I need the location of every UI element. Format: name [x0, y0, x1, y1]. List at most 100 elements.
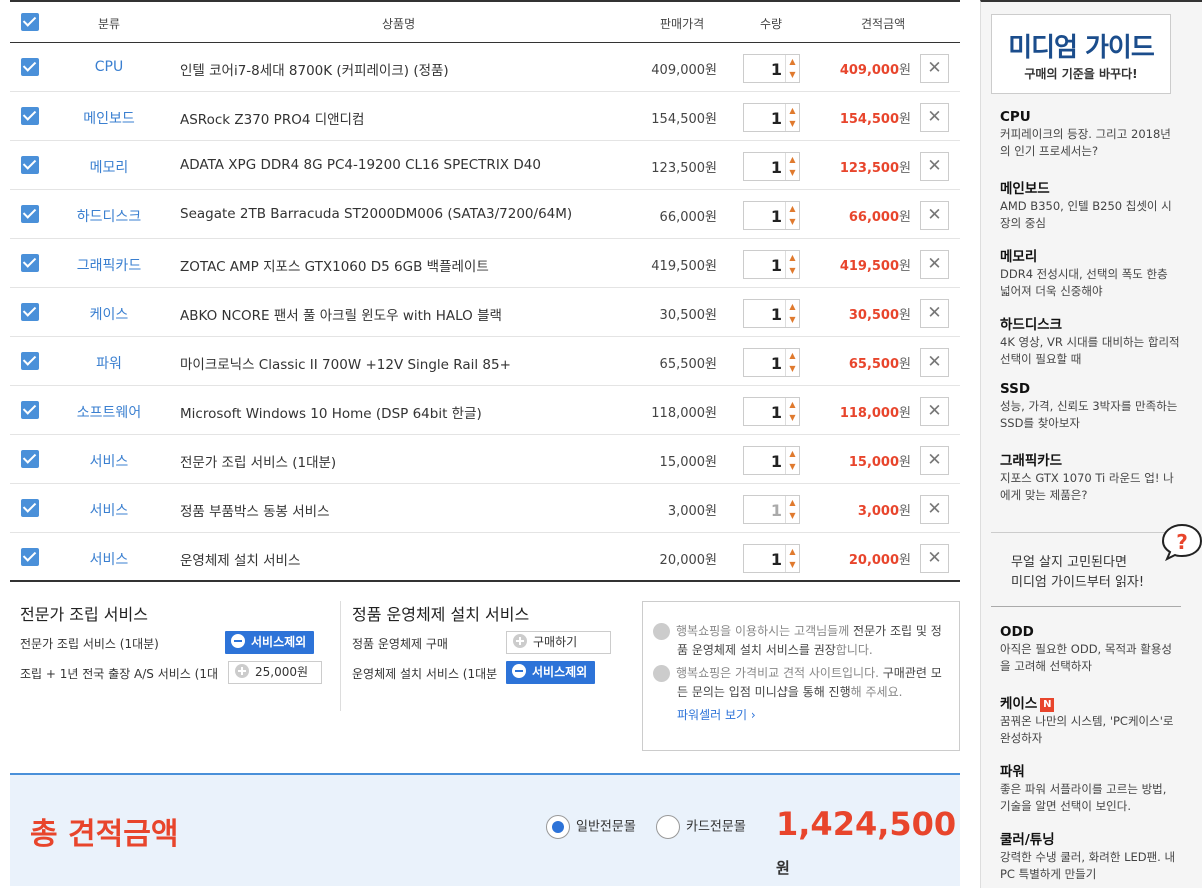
row-category[interactable]: 하드디스크 [54, 206, 164, 226]
qty-value[interactable]: 1 [744, 354, 782, 373]
assembly-as-add-button[interactable]: 25,000원 [228, 661, 322, 684]
row-checkbox[interactable] [21, 156, 39, 174]
guide-item[interactable]: 메모리 DDR4 전성시대, 선택의 폭도 한층 넓어져 더욱 신중해야 [1000, 245, 1180, 300]
qty-down-icon[interactable]: ▼ [788, 118, 797, 130]
qty-stepper[interactable]: 1 ▲ ▼ [743, 348, 800, 377]
row-checkbox[interactable] [21, 548, 39, 566]
qty-up-icon[interactable]: ▲ [788, 105, 797, 117]
guide-item[interactable]: 메인보드 AMD B350, 인텔 B250 칩셋이 시장의 중심 [1000, 177, 1180, 232]
row-checkbox[interactable] [21, 401, 39, 419]
row-checkbox[interactable] [21, 450, 39, 468]
delete-row-button[interactable]: ✕ [920, 103, 949, 132]
radio-general-mall[interactable]: 일반전문몰 [546, 815, 636, 839]
guide-item[interactable]: 파워 좋은 파워 서플라이를 고르는 방법, 기술을 알면 선택이 보인다. [1000, 760, 1180, 815]
row-category[interactable]: 서비스 [54, 451, 164, 471]
qty-stepper[interactable]: 1 ▲ ▼ [743, 103, 800, 132]
qty-value[interactable]: 1 [744, 109, 782, 128]
qty-stepper[interactable]: 1 ▲ ▼ [743, 250, 800, 279]
row-category[interactable]: 메모리 [54, 157, 164, 177]
qty-down-icon[interactable]: ▼ [788, 69, 797, 81]
qty-down-icon[interactable]: ▼ [788, 510, 797, 522]
qty-value[interactable]: 1 [744, 207, 782, 226]
qty-up-icon[interactable]: ▲ [788, 56, 797, 68]
qty-up-icon[interactable]: ▲ [788, 497, 797, 509]
row-checkbox[interactable] [21, 205, 39, 223]
delete-row-button[interactable]: ✕ [920, 250, 949, 279]
qty-up-icon[interactable]: ▲ [788, 546, 797, 558]
delete-row-button[interactable]: ✕ [920, 54, 949, 83]
row-checkbox[interactable] [21, 352, 39, 370]
plus-icon [235, 664, 249, 678]
qty-stepper[interactable]: 1 ▲ ▼ [743, 446, 800, 475]
qty-stepper[interactable]: 1 ▲ ▼ [743, 152, 800, 181]
row-category[interactable]: 케이스 [54, 304, 164, 324]
qty-value[interactable]: 1 [744, 256, 782, 275]
row-category[interactable]: 그래픽카드 [54, 255, 164, 275]
guide-item[interactable]: 하드디스크 4K 영상, VR 시대를 대비하는 합리적 선택이 필요할 때 [1000, 313, 1180, 368]
qty-up-icon[interactable]: ▲ [788, 448, 797, 460]
qty-value[interactable]: 1 [744, 550, 782, 569]
delete-row-button[interactable]: ✕ [920, 544, 949, 573]
qty-value[interactable]: 1 [744, 403, 782, 422]
qty-stepper[interactable]: 1 ▲ ▼ [743, 54, 800, 83]
delete-row-button[interactable]: ✕ [920, 348, 949, 377]
qty-down-icon[interactable]: ▼ [788, 412, 797, 424]
select-all-checkbox[interactable] [21, 13, 39, 31]
qty-stepper[interactable]: 1 ▲ ▼ [743, 299, 800, 328]
qty-value[interactable]: 1 [744, 60, 782, 79]
guide-item[interactable]: 케이스 N 꿈꿔온 나만의 시스템, 'PC케이스'로 완성하자 [1000, 692, 1180, 747]
row-category[interactable]: 서비스 [54, 549, 164, 569]
row-checkbox[interactable] [21, 303, 39, 321]
guide-item[interactable]: 그래픽카드 지포스 GTX 1070 Ti 라운드 업! 나에게 맞는 제품은? [1000, 449, 1180, 504]
qty-down-icon[interactable]: ▼ [788, 559, 797, 571]
qty-down-icon[interactable]: ▼ [788, 363, 797, 375]
qty-stepper[interactable]: 1 ▲ ▼ [743, 544, 800, 573]
guide-item[interactable]: CPU 커피레이크의 등장. 그리고 2018년의 인기 프로세서는? [1000, 109, 1180, 160]
qty-stepper[interactable]: 1 ▲ ▼ [743, 397, 800, 426]
qty-up-icon[interactable]: ▲ [788, 252, 797, 264]
row-category[interactable]: 파워 [54, 353, 164, 373]
radio-card-mall[interactable]: 카드전문몰 [656, 815, 746, 839]
qty-value[interactable]: 1 [744, 452, 782, 471]
delete-row-button[interactable]: ✕ [920, 299, 949, 328]
row-checkbox[interactable] [21, 107, 39, 125]
os-exclude-button[interactable]: 서비스제외 [506, 661, 596, 684]
medium-guide-logo[interactable]: 미디엄 가이드 구매의 기준을 바꾸다! [991, 14, 1171, 94]
delete-row-button[interactable]: ✕ [920, 152, 949, 181]
power-seller-link[interactable]: 파워셀러 보기 › [653, 708, 756, 722]
row-checkbox[interactable] [21, 499, 39, 517]
delete-row-button[interactable]: ✕ [920, 397, 949, 426]
qty-down-icon[interactable]: ▼ [788, 461, 797, 473]
guide-item[interactable]: 쿨러/튜닝 강력한 수냉 쿨러, 화려한 LED팬. 내 PC 특별하게 만들기 [1000, 828, 1180, 883]
qty-up-icon[interactable]: ▲ [788, 399, 797, 411]
delete-row-button[interactable]: ✕ [920, 495, 949, 524]
qty-up-icon[interactable]: ▲ [788, 203, 797, 215]
row-category[interactable]: 서비스 [54, 500, 164, 520]
qty-value[interactable]: 1 [744, 158, 782, 177]
guide-promo[interactable]: ? 무얼 살지 고민된다면 미디엄 가이드부터 읽자! [991, 523, 1202, 607]
qty-up-icon[interactable]: ▲ [788, 350, 797, 362]
row-product-name: Seagate 2TB Barracuda ST2000DM006 (SATA3… [180, 206, 573, 222]
guide-item[interactable]: SSD 성능, 가격, 신뢰도 3박자를 만족하는 SSD를 찾아보자 [1000, 381, 1180, 432]
row-checkbox[interactable] [21, 58, 39, 76]
os-buy-button[interactable]: 구매하기 [506, 631, 611, 654]
row-category[interactable]: CPU [54, 59, 164, 75]
qty-stepper[interactable]: 1 ▲ ▼ [743, 201, 800, 230]
qty-stepper[interactable]: 1 ▲ ▼ [743, 495, 800, 524]
qty-down-icon[interactable]: ▼ [788, 314, 797, 326]
row-category[interactable]: 소프트웨어 [54, 402, 164, 422]
delete-row-button[interactable]: ✕ [920, 446, 949, 475]
qty-down-icon[interactable]: ▼ [788, 216, 797, 228]
qty-value[interactable]: 1 [744, 305, 782, 324]
guide-desc: AMD B350, 인텔 B250 칩셋이 시장의 중심 [1000, 199, 1172, 230]
row-checkbox[interactable] [21, 254, 39, 272]
assembly-exclude-button[interactable]: 서비스제외 [225, 631, 315, 654]
delete-row-button[interactable]: ✕ [920, 201, 949, 230]
qty-value[interactable]: 1 [744, 501, 782, 520]
row-category[interactable]: 메인보드 [54, 108, 164, 128]
qty-down-icon[interactable]: ▼ [788, 167, 797, 179]
qty-up-icon[interactable]: ▲ [788, 154, 797, 166]
qty-down-icon[interactable]: ▼ [788, 265, 797, 277]
qty-up-icon[interactable]: ▲ [788, 301, 797, 313]
guide-item[interactable]: ODD 아직은 필요한 ODD, 목적과 활용성을 고려해 선택하자 [1000, 624, 1180, 675]
